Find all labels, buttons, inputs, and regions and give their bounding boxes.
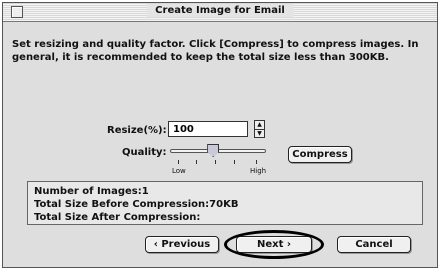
compress-button[interactable]: Compress xyxy=(288,146,352,163)
high-label: High xyxy=(250,167,267,175)
resize-input[interactable] xyxy=(168,121,248,137)
previous-button[interactable]: ‹ Previous xyxy=(145,236,219,253)
low-label: Low xyxy=(172,167,186,175)
close-box-icon[interactable] xyxy=(11,6,23,18)
down-arrow-icon[interactable]: ▼ xyxy=(255,130,264,138)
slider-tick xyxy=(178,160,179,164)
slider-tick xyxy=(196,160,197,164)
instruction-text: Set resizing and quality factor. Click [… xyxy=(12,39,419,63)
cancel-button[interactable]: Cancel xyxy=(337,236,411,253)
resize-stepper[interactable]: ▲ ▼ xyxy=(254,120,265,138)
slider-tick xyxy=(215,160,216,164)
quality-label: Quality: xyxy=(122,147,167,158)
size-after-text: Total Size After Compression: xyxy=(34,212,201,223)
info-box: Number of Images:1 Total Size Before Com… xyxy=(27,181,423,225)
up-arrow-icon[interactable]: ▲ xyxy=(255,121,264,130)
next-highlight-ring xyxy=(224,230,324,259)
image-count-text: Number of Images:1 xyxy=(34,186,149,197)
window-title: Create Image for Email xyxy=(147,4,293,17)
slider-tick xyxy=(256,160,257,164)
resize-label: Resize(%): xyxy=(107,125,167,136)
slider-tick xyxy=(234,160,235,164)
size-before-text: Total Size Before Compression:70KB xyxy=(34,199,239,210)
title-bar[interactable]: Create Image for Email xyxy=(3,3,437,22)
